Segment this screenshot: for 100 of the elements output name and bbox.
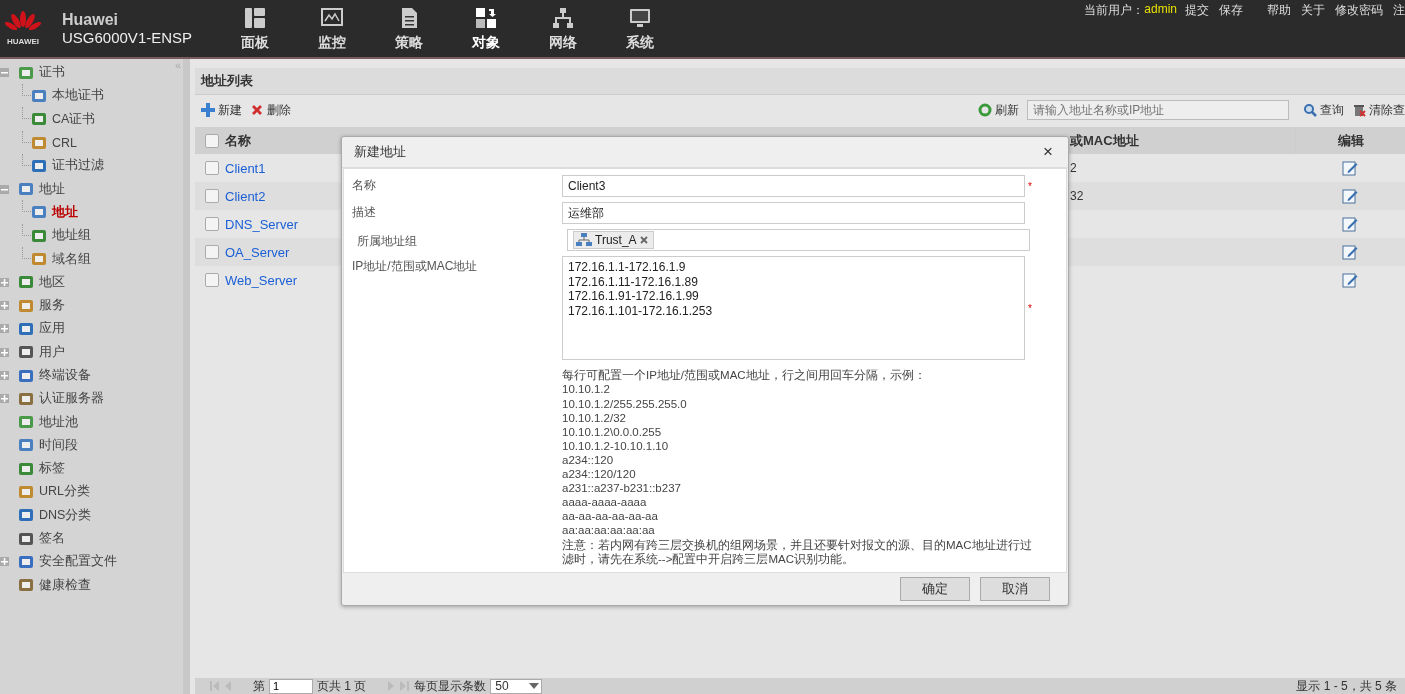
square-icon [31,251,47,267]
nav-tab[interactable]: 策略 [370,0,447,57]
edit-icon[interactable] [1342,244,1358,260]
expander-box[interactable] [0,394,9,404]
tree-item[interactable]: CA证书 [52,110,96,128]
remove-icon[interactable] [639,236,648,245]
tree-item[interactable]: 证书过滤 [52,157,104,175]
edit-icon[interactable] [1342,272,1358,288]
column-header[interactable]: 或MAC地址 [1070,131,1139,150]
tree-item[interactable]: 健康检查 [39,576,91,594]
clear-button[interactable]: 清除查 [1352,101,1405,119]
checkbox[interactable] [205,245,219,259]
square-icon [18,297,34,314]
tree-item[interactable]: 地址组 [52,227,91,245]
user-name: admin [1144,2,1177,16]
brand-name: Huawei [62,11,119,29]
column-header[interactable]: 名称 [225,131,251,150]
square-icon [18,414,34,431]
tree-item[interactable]: 地址 [39,180,65,198]
nav-tab[interactable]: 系统 [601,0,678,57]
tree-item[interactable]: 地区 [39,273,65,291]
tree-item[interactable]: 认证服务器 [39,390,104,408]
nav-tab[interactable]: 网络 [524,0,601,57]
delete-button[interactable]: 删除 [250,101,291,119]
tree-item[interactable]: CRL [52,135,77,150]
search-button[interactable]: 查询 [1303,101,1344,119]
confirm-button[interactable]: 确定 [900,576,970,601]
refresh-button[interactable]: 刷新 [978,101,1019,119]
address-name-link[interactable]: Client1 [225,160,266,176]
edit-icon[interactable] [1342,216,1358,232]
square-icon [18,460,34,477]
expander-box[interactable] [0,184,9,194]
checkbox[interactable] [205,133,219,148]
column-header[interactable]: 编辑 [1337,131,1364,150]
tree-item[interactable]: 地址 [52,203,78,221]
square-icon [18,553,34,570]
expander-box[interactable] [0,347,9,357]
checkbox[interactable] [205,273,219,287]
tree-item[interactable]: 安全配置文件 [39,553,117,571]
address-textarea[interactable]: 172.16.1.1-172.16.1.9 172.16.1.11-172.16.1.89 172.16.1.91-172.16.1.99 172.16.1.101-172.16.1.253 [562,256,1025,361]
tree-item[interactable]: 服务 [39,297,65,315]
square-icon [18,181,34,198]
expander-box[interactable] [0,557,9,567]
square-icon [18,64,34,81]
new-button[interactable]: 新建 [201,101,242,119]
input-field[interactable]: Client3 [562,175,1025,198]
square-icon [18,344,34,361]
nav-tab[interactable]: 对象 [447,0,524,57]
address-name-link[interactable]: OA_Server [225,244,290,260]
square-icon [31,134,47,151]
tag-field[interactable]: Trust_A [567,229,1030,252]
record-summary: 显示 1 - 5，共 5 条 [1296,677,1397,694]
header-link[interactable]: 关于 [1301,2,1325,19]
tree-item[interactable]: 用户 [39,343,65,361]
tree-item[interactable]: URL分类 [39,483,90,501]
tree-item[interactable]: DNS分类 [39,506,92,524]
page-field[interactable]: 1 [269,678,313,694]
checkbox[interactable] [205,189,219,203]
checkbox[interactable] [205,161,219,175]
expander-box[interactable] [0,324,9,334]
nav-tab[interactable]: 面板 [216,0,293,57]
tree-item[interactable]: 域名组 [52,250,91,268]
cross-icon [250,103,264,117]
close-button[interactable]: × [1040,142,1056,163]
header-link[interactable]: 修改密码 [1335,2,1383,19]
tree-item[interactable]: 本地证书 [52,87,104,105]
expander-box[interactable] [0,68,9,78]
edit-icon[interactable] [1342,160,1358,176]
edit-icon[interactable] [1342,188,1358,204]
square-icon [31,227,47,244]
squares-icon [473,5,498,30]
user-label: 当前用户： [1084,2,1145,19]
expander-box[interactable] [0,301,9,311]
expander-box[interactable] [0,371,9,380]
tree-item[interactable]: 应用 [39,320,65,338]
tree-item[interactable]: 标签 [39,460,65,478]
square-icon [18,274,34,291]
table-cell: 32 [1070,189,1084,203]
address-name-link[interactable]: DNS_Server [225,216,298,232]
tree-item[interactable]: 终端设备 [39,367,91,384]
square-icon [18,390,34,407]
tree-item[interactable]: 时间段 [39,436,78,454]
header-link[interactable]: 保存 [1219,2,1243,19]
tree-item[interactable]: 地址池 [39,413,78,431]
address-name-link[interactable]: Client2 [225,188,266,204]
header-link[interactable]: 注 [1393,2,1405,19]
search-field[interactable]: 请输入地址名称或IP地址 [1027,100,1289,120]
address-name-link[interactable]: Web_Server [225,272,297,288]
checkbox[interactable] [205,217,219,231]
header-link[interactable]: 帮助 [1267,2,1291,19]
header-link[interactable]: 提交 [1185,2,1209,19]
nav-tab[interactable]: 监控 [293,0,370,57]
network-icon [576,233,592,248]
expander-box[interactable] [0,277,9,287]
tree-item[interactable]: 签名 [39,530,65,548]
per-page-select[interactable]: 50 [490,678,542,694]
input-field[interactable]: 运维部 [562,202,1025,225]
cancel-button[interactable]: 取消 [980,576,1050,601]
tree-item[interactable]: 证书 [39,64,65,82]
group-tag[interactable]: Trust_A [573,231,654,250]
